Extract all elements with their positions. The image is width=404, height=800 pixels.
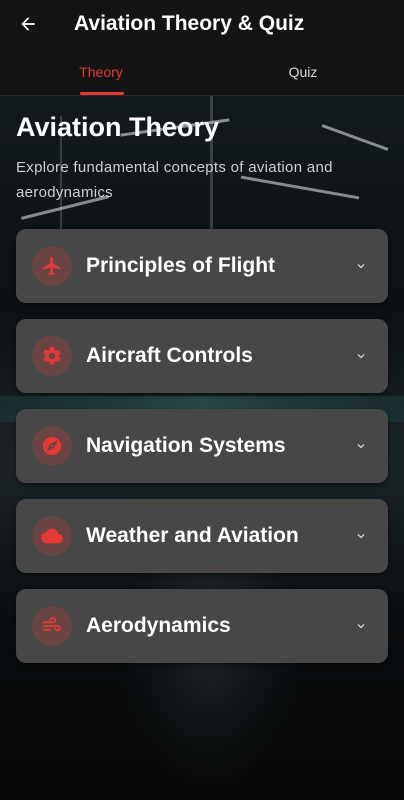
topic-icon-container [32,516,72,556]
wind-icon [42,616,61,632]
topic-card-navigation-systems[interactable]: Navigation Systems [16,409,388,483]
topic-label: Aerodynamics [86,614,231,637]
topic-card-aerodynamics[interactable]: Aerodynamics [16,589,388,663]
topic-label: Principles of Flight [86,254,276,277]
cloud-icon [41,528,63,544]
topic-label: Weather and Aviation [86,524,299,547]
topic-icon-container [32,426,72,466]
topic-icon-container [32,246,72,286]
tab-theory-label: Theory [79,63,123,80]
page-heading: Aviation Theory [16,112,220,142]
tab-indicator [80,92,124,95]
topic-list: Principles of Flight Aircraft Controls N… [16,229,388,663]
topic-card-aircraft-controls[interactable]: Aircraft Controls [16,319,388,393]
topic-card-principles-of-flight[interactable]: Principles of Flight [16,229,388,303]
chevron-down-icon [352,257,370,275]
chevron-down-icon [352,527,370,545]
topic-label: Navigation Systems [86,434,286,457]
app-title: Aviation Theory & Quiz [74,12,305,35]
back-button[interactable] [0,0,56,48]
tab-bar: Theory Quiz [0,48,404,96]
gear-icon [43,346,61,365]
chevron-down-icon [352,347,370,365]
airplane-icon [42,256,61,276]
tab-quiz[interactable]: Quiz [202,48,404,95]
app-bar: Aviation Theory & Quiz [0,0,404,48]
topic-icon-container [32,336,72,376]
tab-theory[interactable]: Theory [0,48,202,95]
compass-icon [42,436,62,456]
page-subtitle: Explore fundamental concepts of aviation… [16,159,333,201]
chevron-down-icon [352,617,370,635]
main-content: Aviation Theory Explore fundamental conc… [16,112,388,679]
chevron-down-icon [352,437,370,455]
topic-label: Aircraft Controls [86,344,253,367]
arrow-back-icon [21,17,35,31]
topic-icon-container [32,606,72,646]
tab-quiz-label: Quiz [288,63,318,80]
topic-card-weather-and-aviation[interactable]: Weather and Aviation [16,499,388,573]
